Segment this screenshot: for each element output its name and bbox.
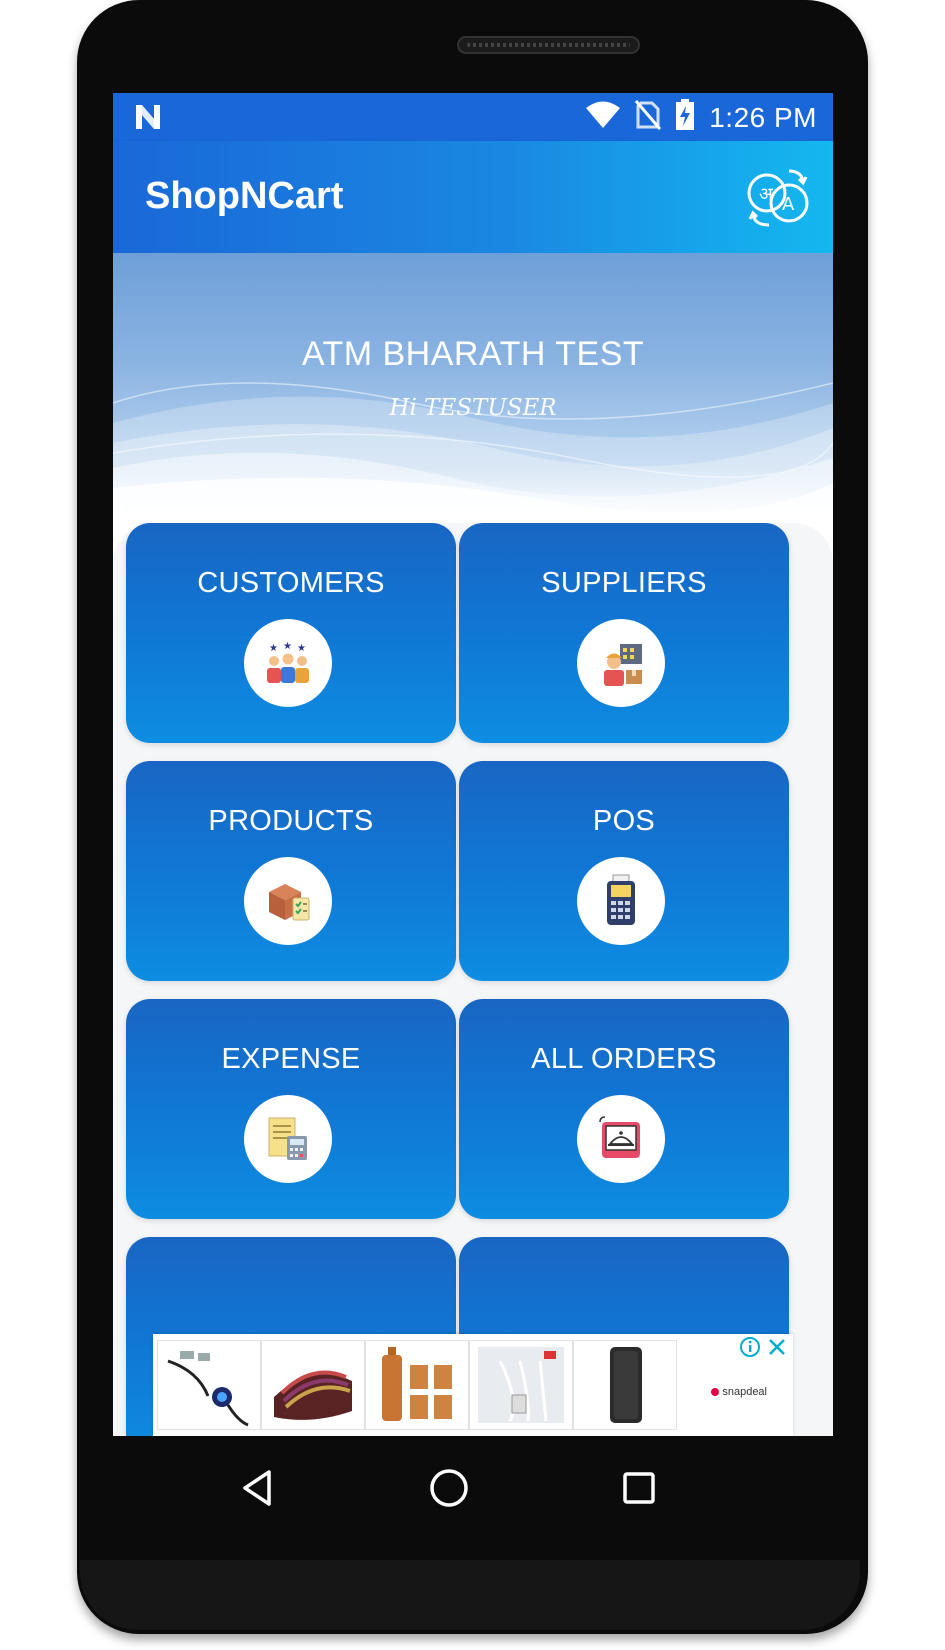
back-icon[interactable]: [229, 1458, 289, 1518]
translate-icon[interactable]: अ A: [745, 163, 813, 231]
app-bar: ShopNCart अ A: [113, 141, 833, 253]
status-time: 1:26 PM: [709, 101, 817, 133]
tile-all-orders[interactable]: ALL ORDERS: [459, 999, 789, 1219]
supplier-icon: [577, 619, 665, 707]
svg-text:अ: अ: [759, 184, 774, 205]
phone-speaker: [457, 36, 640, 54]
tile-label: EXPENSE: [221, 1043, 361, 1075]
ad-info-icon[interactable]: [739, 1336, 761, 1363]
battery-charging-icon: [675, 99, 695, 136]
welcome-header: ATM BHARATH TEST Hi TESTUSER: [113, 253, 833, 523]
tile-customers[interactable]: CUSTOMERS ★ ★ ★: [126, 523, 456, 743]
ad-brand-label: snapdeal: [722, 1386, 767, 1398]
navigation-bar: [113, 1436, 833, 1532]
customers-icon: ★ ★ ★: [244, 619, 332, 707]
status-bar: 1:26 PM: [113, 93, 833, 141]
orders-cloche-icon: [577, 1095, 665, 1183]
ad-brand: snapdeal: [711, 1386, 767, 1398]
no-sim-icon: [635, 100, 662, 135]
ad-product-copper-bottle[interactable]: [365, 1340, 469, 1430]
tile-label: POS: [592, 805, 656, 837]
tile-label: PRODUCTS: [208, 805, 374, 837]
wifi-icon: [585, 101, 621, 134]
ad-product-usb-cables[interactable]: [469, 1340, 573, 1430]
svg-text:★: ★: [297, 643, 306, 654]
greeting-text: Hi TESTUSER: [389, 395, 557, 421]
ad-product-power-bank[interactable]: [573, 1340, 677, 1430]
app-title: ShopNCart: [145, 175, 344, 217]
home-icon[interactable]: [419, 1458, 479, 1518]
screen: 1:26 PM ShopNCart अ A ATM BHARATH TEST H…: [113, 93, 833, 1436]
tile-suppliers[interactable]: SUPPLIERS: [459, 523, 789, 743]
tile-expense[interactable]: EXPENSE: [126, 999, 456, 1219]
ad-product-wallet[interactable]: [261, 1340, 365, 1430]
ad-controls: [739, 1336, 787, 1363]
svg-text:★: ★: [283, 641, 292, 652]
tile-label: CUSTOMERS: [197, 567, 385, 599]
box-checklist-icon: [244, 857, 332, 945]
svg-text:A: A: [782, 194, 795, 215]
wave-background: [113, 382, 833, 523]
phone-chin: [80, 1560, 860, 1630]
recents-icon[interactable]: [609, 1458, 669, 1518]
pos-terminal-icon: [577, 857, 665, 945]
svg-text:★: ★: [269, 643, 278, 654]
tile-label: SUPPLIERS: [541, 567, 707, 599]
tile-products[interactable]: PRODUCTS: [126, 761, 456, 981]
ad-banner[interactable]: snapdeal: [153, 1334, 793, 1436]
tile-pos[interactable]: POS: [459, 761, 789, 981]
snapdeal-logo-icon: [711, 1388, 720, 1396]
ad-product-cable[interactable]: [157, 1340, 261, 1430]
expense-calculator-icon: [244, 1095, 332, 1183]
ad-close-icon[interactable]: [767, 1337, 787, 1362]
tile-label: ALL ORDERS: [531, 1043, 717, 1075]
company-name: ATM BHARATH TEST: [301, 335, 645, 373]
dashboard-grid: CUSTOMERS ★ ★ ★ SUPPLIERS PRODUCTS POS E…: [113, 523, 833, 1436]
n-notification-icon: [133, 103, 163, 136]
